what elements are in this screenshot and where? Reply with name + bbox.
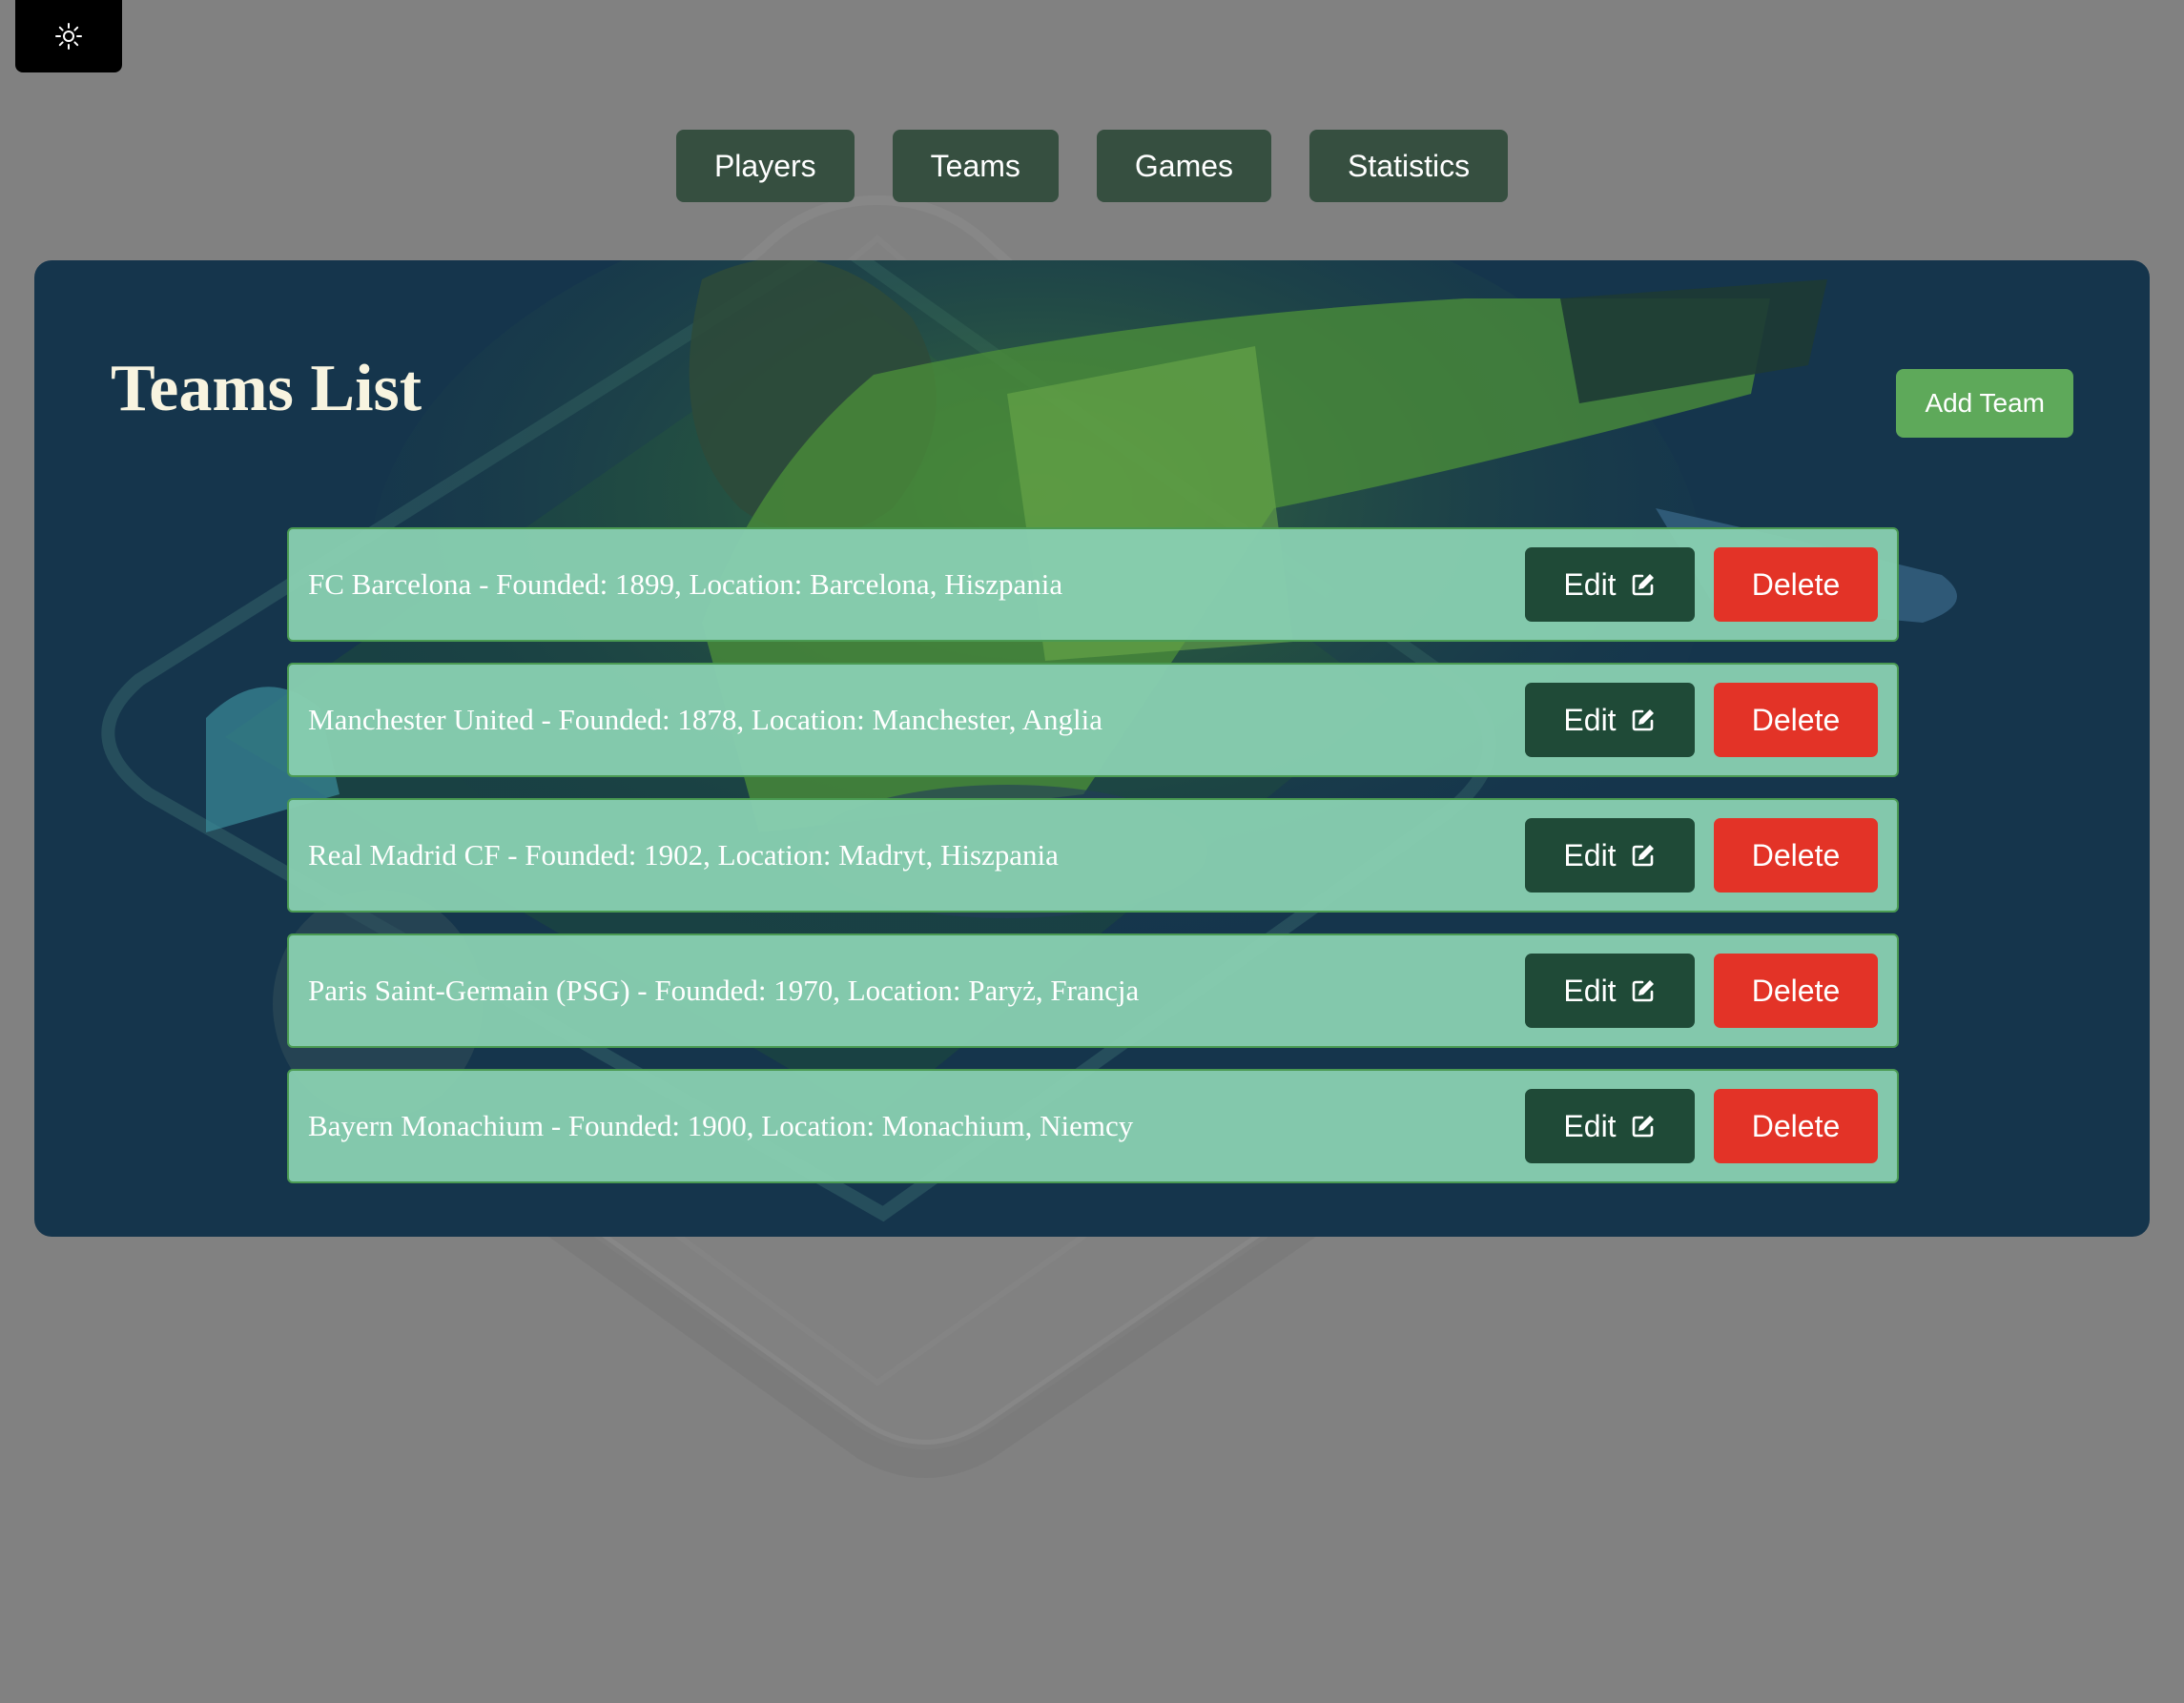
team-row: Paris Saint-Germain (PSG) - Founded: 197… [287, 934, 1899, 1048]
team-row: Bayern Monachium - Founded: 1900, Locati… [287, 1069, 1899, 1183]
team-row: FC Barcelona - Founded: 1899, Location: … [287, 527, 1899, 642]
edit-icon [1630, 977, 1657, 1004]
edit-label: Edit [1563, 837, 1617, 872]
delete-button[interactable]: Delete [1714, 547, 1878, 622]
team-list: FC Barcelona - Founded: 1899, Location: … [287, 527, 1899, 1183]
nav-players-button[interactable]: Players [675, 130, 855, 202]
team-row: Manchester United - Founded: 1878, Locat… [287, 663, 1899, 777]
delete-button[interactable]: Delete [1714, 818, 1878, 893]
add-team-button[interactable]: Add Team [1896, 369, 2073, 438]
edit-icon [1630, 707, 1657, 733]
theme-toggle-button[interactable] [15, 0, 122, 72]
nav-teams-button[interactable]: Teams [892, 130, 1059, 202]
delete-button[interactable]: Delete [1714, 1089, 1878, 1163]
edit-icon [1630, 571, 1657, 598]
edit-button[interactable]: Edit [1525, 818, 1695, 893]
edit-label: Edit [1563, 702, 1617, 737]
edit-button[interactable]: Edit [1525, 547, 1695, 622]
edit-button[interactable]: Edit [1525, 1089, 1695, 1163]
team-info: Bayern Monachium - Founded: 1900, Locati… [308, 1109, 1134, 1142]
team-info: Manchester United - Founded: 1878, Locat… [308, 703, 1102, 736]
sun-icon [54, 22, 83, 51]
edit-button[interactable]: Edit [1525, 954, 1695, 1028]
edit-icon [1630, 842, 1657, 869]
team-row: Real Madrid CF - Founded: 1902, Location… [287, 798, 1899, 913]
page-title: Teams List [111, 352, 422, 425]
edit-label: Edit [1563, 973, 1617, 1008]
teams-panel: Teams List Add Team FC Barcelona - Found… [34, 260, 2150, 1237]
delete-button[interactable]: Delete [1714, 683, 1878, 757]
nav-statistics-button[interactable]: Statistics [1309, 130, 1509, 202]
team-info: Paris Saint-Germain (PSG) - Founded: 197… [308, 974, 1140, 1007]
edit-icon [1630, 1113, 1657, 1139]
edit-label: Edit [1563, 566, 1617, 602]
edit-label: Edit [1563, 1108, 1617, 1143]
team-info: Real Madrid CF - Founded: 1902, Location… [308, 838, 1059, 872]
team-info: FC Barcelona - Founded: 1899, Location: … [308, 567, 1063, 601]
nav-games-button[interactable]: Games [1096, 130, 1272, 202]
edit-button[interactable]: Edit [1525, 683, 1695, 757]
main-nav: Players Teams Games Statistics [0, 130, 2184, 202]
delete-button[interactable]: Delete [1714, 954, 1878, 1028]
